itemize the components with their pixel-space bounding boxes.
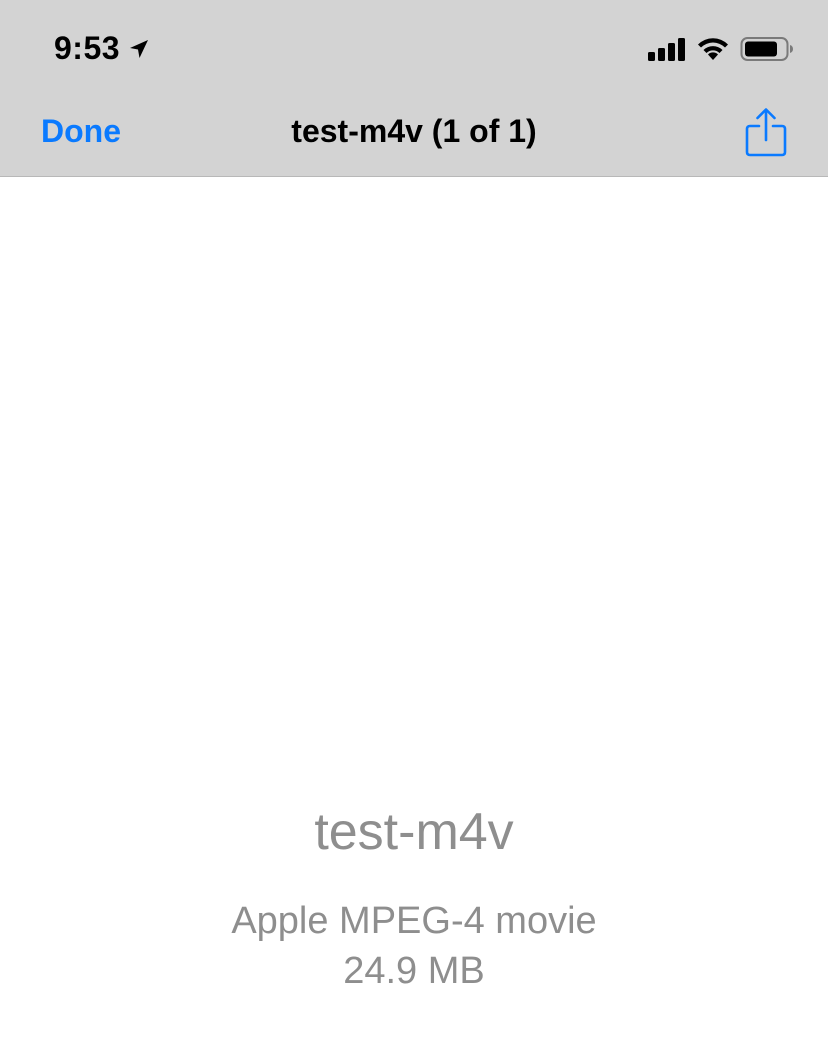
header: 9:53 Done test-m4v (1 of 1)	[0, 0, 828, 177]
battery-icon	[740, 36, 794, 62]
file-name: test-m4v	[314, 803, 514, 861]
share-icon	[745, 108, 787, 157]
navigation-bar: Done test-m4v (1 of 1)	[0, 96, 828, 176]
share-button[interactable]	[744, 104, 788, 160]
status-indicators	[648, 36, 794, 62]
status-bar: 9:53	[0, 0, 828, 96]
preview-area: test-m4v Apple MPEG-4 movie 24.9 MB	[0, 178, 828, 1038]
file-kind: Apple MPEG-4 movie	[231, 900, 597, 942]
status-time: 9:53	[54, 30, 121, 66]
location-arrow-icon	[128, 38, 150, 60]
wifi-icon	[696, 36, 730, 62]
nav-title: test-m4v (1 of 1)	[291, 113, 537, 149]
status-time-group: 9:53	[54, 30, 150, 67]
cellular-signal-icon	[648, 37, 686, 61]
file-size: 24.9 MB	[343, 950, 485, 992]
